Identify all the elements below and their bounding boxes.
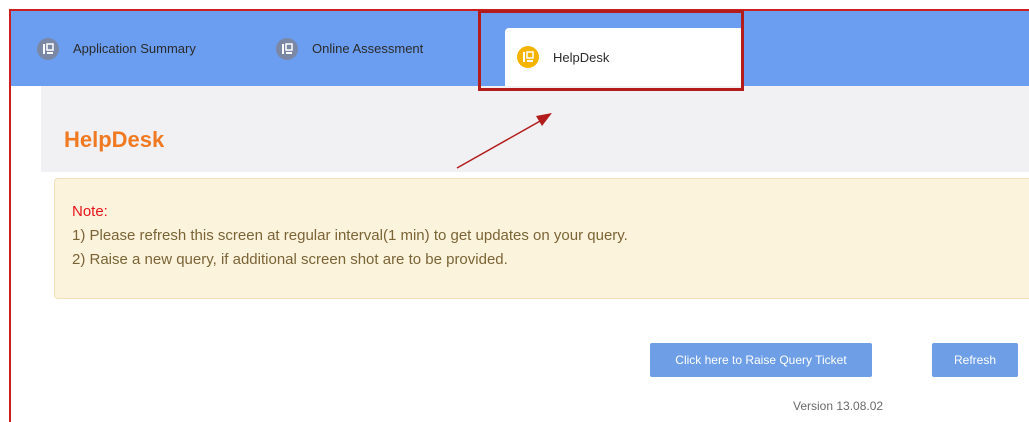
note-line: 2) Raise a new query, if additional scre… xyxy=(72,251,508,268)
note-title: Note: xyxy=(72,203,108,220)
document-icon xyxy=(517,46,539,68)
raise-query-ticket-button[interactable]: Click here to Raise Query Ticket xyxy=(650,343,872,377)
document-icon xyxy=(276,37,298,60)
version-label: Version 13.08.02 xyxy=(793,399,884,413)
refresh-button[interactable]: Refresh xyxy=(932,343,1018,377)
tab-application-summary[interactable]: Application Summary xyxy=(37,11,196,86)
page-title: HelpDesk xyxy=(64,127,165,152)
tab-label: HelpDesk xyxy=(553,49,610,65)
title-band: HelpDesk xyxy=(41,86,1029,172)
tab-bar: Application Summary Online Assessment He… xyxy=(11,11,1029,86)
tab-label: Application Summary xyxy=(73,41,196,56)
note-box: Note: 1) Please refresh this screen at r… xyxy=(54,178,1029,299)
tab-helpdesk[interactable]: HelpDesk xyxy=(505,28,743,86)
tab-label: Online Assessment xyxy=(312,41,424,56)
note-line: 1) Please refresh this screen at regular… xyxy=(72,227,628,244)
tab-online-assessment[interactable]: Online Assessment xyxy=(276,11,423,86)
main-content: HelpDesk Note: 1) Please refresh this sc… xyxy=(41,86,1029,422)
document-icon xyxy=(37,37,59,60)
app-frame: Application Summary Online Assessment He… xyxy=(9,9,1029,422)
